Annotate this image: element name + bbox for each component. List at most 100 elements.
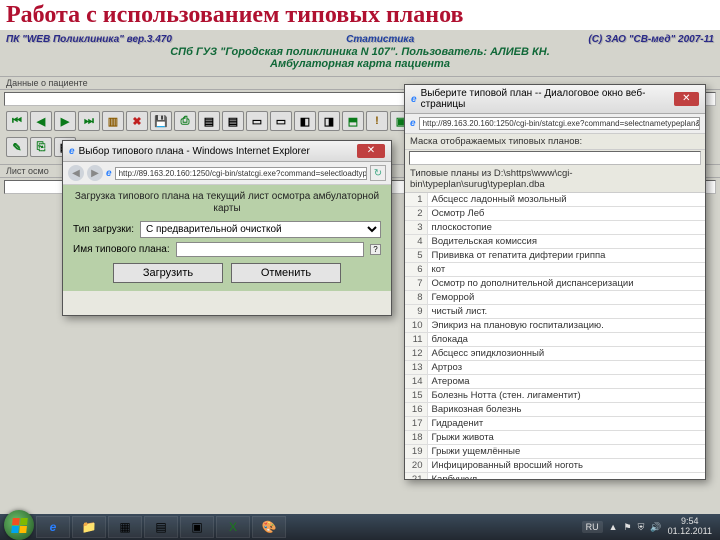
- load-type-label: Тип загрузки:: [73, 224, 134, 235]
- clock[interactable]: 9:54 01.12.2011: [668, 517, 712, 537]
- plan-row[interactable]: 15Болезнь Нотта (стен. лигаментит): [405, 389, 705, 403]
- taskbar-app1[interactable]: ▦: [108, 516, 142, 538]
- plan-row[interactable]: 3плоскостопие: [405, 221, 705, 235]
- plan-row-name: Артроз: [427, 361, 705, 375]
- plan-row[interactable]: 2Осмотр Леб: [405, 207, 705, 221]
- tray-up-icon[interactable]: ▲: [609, 522, 618, 532]
- dialog2-titlebar[interactable]: e Выберите типовой план -- Диалоговое ок…: [405, 85, 705, 114]
- paste-button[interactable]: ⎘: [30, 137, 52, 157]
- plan-row-num: 4: [405, 235, 427, 249]
- app-header: ПК "WEB Поликлиника" вер.3.470 Статистик…: [0, 30, 720, 72]
- plan-row[interactable]: 9чистый лист.: [405, 305, 705, 319]
- plan-row[interactable]: 20Инфицированный вросший ноготь: [405, 459, 705, 473]
- load-button[interactable]: Загрузить: [113, 263, 223, 283]
- plan-row[interactable]: 12Абсцесс эпидклозионный: [405, 347, 705, 361]
- refresh-icon[interactable]: ↻: [370, 165, 386, 181]
- plan-row[interactable]: 6кот: [405, 263, 705, 277]
- select-typeplan-dialog: e Выберите типовой план -- Диалоговое ок…: [404, 84, 706, 480]
- ie-icon: e: [411, 94, 417, 105]
- plan-row-name: Гидраденит: [427, 417, 705, 431]
- tray-flag-icon[interactable]: ⚑: [624, 522, 632, 533]
- plan-row-name: Варикозная болезнь: [427, 403, 705, 417]
- prev-button[interactable]: ◀: [30, 111, 52, 131]
- plan-name-input[interactable]: [176, 242, 364, 257]
- mask-label: Маска отображаемых типовых планов:: [405, 134, 705, 150]
- dialog1-titlebar[interactable]: e Выбор типового плана - Windows Interne…: [63, 141, 391, 162]
- list2-button[interactable]: ▤: [222, 111, 244, 131]
- plan-row[interactable]: 8Геморрой: [405, 291, 705, 305]
- load-type-select[interactable]: С предварительной очисткой: [140, 221, 381, 238]
- plans-list[interactable]: 1Абсцесс ладонный мозольный2Осмотр Леб3п…: [405, 193, 705, 479]
- dialog1-url[interactable]: http://89.163.20.160:1250/cgi-bin/statcg…: [115, 167, 367, 180]
- dialog2-title: Выберите типовой план -- Диалоговое окно…: [421, 88, 666, 110]
- plan-row[interactable]: 13Артроз: [405, 361, 705, 375]
- plan-row-num: 17: [405, 417, 427, 431]
- plan-row[interactable]: 18Грыжи живота: [405, 431, 705, 445]
- plan-row-name: Болезнь Нотта (стен. лигаментит): [427, 389, 705, 403]
- plan-row[interactable]: 5Прививка от гепатита дифтерии гриппа: [405, 249, 705, 263]
- list1-button[interactable]: ▤: [198, 111, 220, 131]
- plan-row-num: 21: [405, 473, 427, 480]
- taskbar-app2[interactable]: ▤: [144, 516, 178, 538]
- plan-row[interactable]: 14Атерома: [405, 375, 705, 389]
- plan-row-name: Эпикриз на плановую госпитализацию.: [427, 319, 705, 333]
- copyright: (С) ЗАО "СВ-мед" 2007-11: [588, 34, 714, 45]
- ie-small-icon: e: [410, 118, 416, 129]
- mask-input[interactable]: [409, 151, 701, 165]
- plan-row-num: 1: [405, 193, 427, 207]
- last-button[interactable]: ⏭: [78, 111, 100, 131]
- plan-row[interactable]: 16Варикозная болезнь: [405, 403, 705, 417]
- plan-row-name: Грыжи живота: [427, 431, 705, 445]
- doc-button[interactable]: ▭: [270, 111, 292, 131]
- plan-row-name: Осмотр Леб: [427, 207, 705, 221]
- plan-row[interactable]: 10Эпикриз на плановую госпитализацию.: [405, 319, 705, 333]
- ie-icon: e: [69, 146, 75, 157]
- help-icon[interactable]: ?: [370, 244, 381, 255]
- book-button[interactable]: ▥: [102, 111, 124, 131]
- plan-row[interactable]: 11блокада: [405, 333, 705, 347]
- plan-row[interactable]: 21Карбункул: [405, 473, 705, 480]
- plan-row-num: 16: [405, 403, 427, 417]
- tool2-button[interactable]: ◨: [318, 111, 340, 131]
- dialog2-url[interactable]: http://89.163.20.160:1250/cgi-bin/statcg…: [419, 117, 700, 130]
- dialog1-caption: Загрузка типового плана на текущий лист …: [73, 191, 381, 215]
- plan-row[interactable]: 7Осмотр по дополнительной диспансеризаци…: [405, 277, 705, 291]
- plan-row-num: 15: [405, 389, 427, 403]
- plan-row[interactable]: 4Водительская комиссия: [405, 235, 705, 249]
- first-button[interactable]: ⏮: [6, 111, 28, 131]
- plan-row-name: Прививка от гепатита дифтерии гриппа: [427, 249, 705, 263]
- plan-row-num: 11: [405, 333, 427, 347]
- tool1-button[interactable]: ◧: [294, 111, 316, 131]
- nav-back-icon[interactable]: ◀: [68, 165, 84, 181]
- cancel-button[interactable]: Отменить: [231, 263, 341, 283]
- taskbar-paint[interactable]: 🎨: [252, 516, 286, 538]
- system-tray[interactable]: RU ▲ ⚑ ⛨ 🔊 9:54 01.12.2011: [582, 517, 716, 537]
- tray-sound-icon[interactable]: 🔊: [650, 522, 661, 533]
- lang-indicator[interactable]: RU: [582, 521, 603, 533]
- taskbar-app3[interactable]: ▣: [180, 516, 214, 538]
- plan-row-num: 14: [405, 375, 427, 389]
- print-button[interactable]: ⎙: [174, 111, 196, 131]
- delete-button[interactable]: ✖: [126, 111, 148, 131]
- card-button[interactable]: ▭: [246, 111, 268, 131]
- edit-button[interactable]: ✎: [6, 137, 28, 157]
- plan-row[interactable]: 19Грыжи ущемлённые: [405, 445, 705, 459]
- tray-network-icon[interactable]: ⛨: [638, 522, 645, 533]
- plan-row[interactable]: 1Абсцесс ладонный мозольный: [405, 193, 705, 207]
- dialog1-close-button[interactable]: ✕: [357, 144, 385, 158]
- plan-row-name: Карбункул: [427, 473, 705, 480]
- windows-logo-icon: [11, 518, 28, 533]
- dialog2-close-button[interactable]: ✕: [674, 92, 699, 106]
- alert-button[interactable]: !: [366, 111, 388, 131]
- start-button[interactable]: [4, 510, 34, 540]
- nav-fwd-icon[interactable]: ▶: [87, 165, 103, 181]
- action1-button[interactable]: ⬒: [342, 111, 364, 131]
- taskbar-excel[interactable]: X: [216, 516, 250, 538]
- save-button[interactable]: 💾: [150, 111, 172, 131]
- plan-row-name: кот: [427, 263, 705, 277]
- taskbar-ie[interactable]: e: [36, 516, 70, 538]
- taskbar-explorer[interactable]: 📁: [72, 516, 106, 538]
- plan-row-num: 18: [405, 431, 427, 445]
- plan-row[interactable]: 17Гидраденит: [405, 417, 705, 431]
- next-button[interactable]: ▶: [54, 111, 76, 131]
